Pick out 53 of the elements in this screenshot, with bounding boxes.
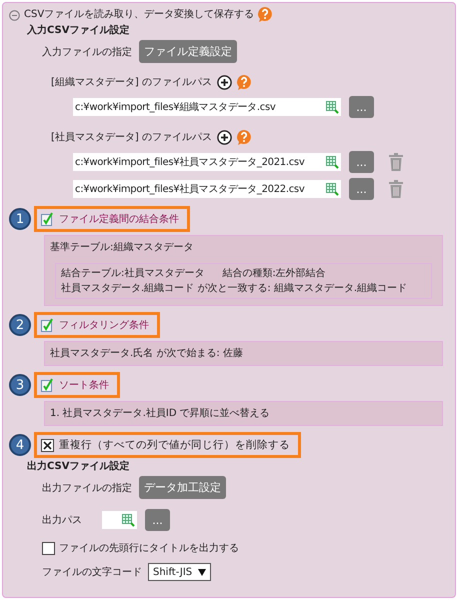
field-label: ファイルの文字コード: [42, 566, 142, 579]
join-table-text: 結合テーブル:社員マスタデータ: [61, 266, 204, 281]
spreadsheet-icon[interactable]: [326, 182, 339, 196]
help-icon[interactable]: [236, 74, 251, 90]
collapse-icon[interactable]: [9, 10, 20, 21]
file-path-field[interactable]: c:¥work¥import_files¥社員マスタデータ_2021.csv: [73, 153, 341, 171]
field-label: 入力ファイルの指定: [42, 46, 132, 58]
step-number-badge: 4: [9, 434, 31, 456]
encoding-select[interactable]: Shift-JIS: [148, 563, 212, 581]
step-number-badge: 3: [9, 374, 31, 396]
file-path-field[interactable]: c:¥work¥import_files¥組織マスタデータ.csv: [73, 98, 341, 116]
trash-icon[interactable]: [389, 180, 403, 198]
spreadsheet-icon[interactable]: [122, 514, 135, 526]
help-icon[interactable]: [236, 130, 251, 144]
checkbox[interactable]: [41, 438, 54, 452]
step-number-badge: 1: [9, 208, 31, 230]
section-title: CSVファイルを読み取り、データ変換して保存する: [24, 8, 254, 21]
step-number-badge: 2: [9, 314, 31, 336]
browse-button[interactable]: ...: [145, 509, 170, 531]
file-path-field[interactable]: c:¥work¥import_files¥社員マスタデータ_2022.csv: [73, 180, 341, 198]
checked-note-icon: [41, 378, 54, 392]
field-label: 出力ファイルの指定: [42, 482, 132, 494]
spreadsheet-icon[interactable]: [326, 156, 339, 168]
checked-note-icon: [41, 212, 54, 226]
field-label: [社員マスタデータ] のファイルパス: [51, 130, 212, 144]
checked-note-icon: [41, 318, 54, 332]
help-icon[interactable]: [258, 6, 272, 22]
join-type-text: 結合の種類:左外部結合: [222, 266, 326, 281]
caret-icon: [198, 568, 206, 576]
checkbox-label: 重複行（すべての列で値が同じ行）を削除する: [59, 438, 290, 452]
data-processing-button[interactable]: データ加工設定: [139, 476, 226, 499]
checkbox-label: ファイルの先頭行にタイトルを出力する: [59, 542, 239, 555]
condition-link[interactable]: ソート条件: [59, 378, 109, 392]
condition-link[interactable]: ファイル定義間の結合条件: [59, 212, 179, 226]
browse-button[interactable]: ...: [349, 96, 374, 118]
base-table-text: 基準テーブル:組織マスタデータ: [50, 240, 194, 255]
section-heading: 出力CSVファイル設定: [27, 459, 130, 474]
field-label: [組織マスタデータ] のファイルパス: [51, 76, 212, 89]
condition-link[interactable]: フィルタリング条件: [59, 318, 149, 332]
output-path-field[interactable]: [102, 511, 137, 529]
join-condition-text: 社員マスタデータ.組織コード が次と一致する: 組織マスタデータ.組織コード: [61, 282, 408, 296]
file-definition-button[interactable]: ファイル定義設定: [139, 40, 237, 63]
condition-text: 社員マスタデータ.氏名 が次で始まる: 佐藤: [50, 346, 244, 361]
browse-button[interactable]: ...: [349, 178, 374, 200]
spreadsheet-icon[interactable]: [326, 100, 339, 114]
add-icon[interactable]: [216, 130, 232, 144]
field-label: 出力パス: [42, 514, 83, 527]
browse-button[interactable]: ...: [349, 151, 374, 173]
condition-text: 1. 社員マスタデータ.社員ID で昇順に並べ替える: [50, 406, 271, 421]
section-heading: 入力CSVファイル設定: [27, 23, 130, 38]
checkbox[interactable]: [42, 542, 55, 554]
add-icon[interactable]: [216, 74, 232, 90]
trash-icon[interactable]: [389, 153, 403, 171]
